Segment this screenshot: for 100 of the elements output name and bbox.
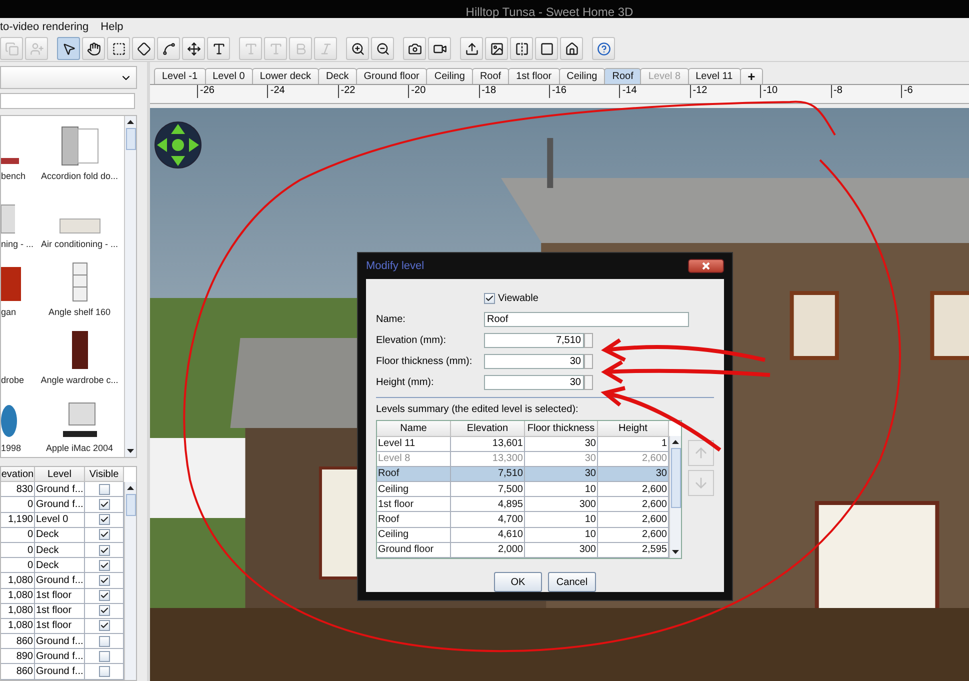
column-header[interactable]: Name — [377, 421, 451, 436]
level-tab[interactable]: + — [740, 68, 764, 84]
catalog-item-label[interactable]: Accordion fold do... — [40, 171, 118, 181]
viewable-checkbox[interactable] — [484, 292, 495, 304]
table-cell[interactable]: 10 — [525, 482, 598, 498]
toolbar-button[interactable] — [82, 37, 105, 60]
number-field[interactable]: 7,510 — [484, 332, 584, 348]
toolbar-button[interactable] — [346, 37, 369, 60]
catalog-item-label[interactable]: Angle shelf 160 — [48, 307, 111, 317]
table-cell[interactable]: 4,895 — [451, 497, 525, 512]
visible-checkbox[interactable] — [98, 498, 110, 510]
table-cell[interactable]: 30 — [525, 436, 598, 452]
column-header[interactable]: Height — [598, 421, 669, 436]
level-tab[interactable]: Level 0 — [204, 68, 253, 84]
table-cell[interactable]: 2,600 — [598, 512, 669, 528]
name-field[interactable]: Roof — [484, 312, 689, 327]
level-tab[interactable]: Lower deck — [252, 68, 319, 84]
toolbar-button[interactable] — [157, 37, 180, 60]
scroll-thumb[interactable] — [126, 494, 136, 516]
table-cell[interactable]: 10 — [525, 512, 598, 528]
scrollbar[interactable] — [124, 116, 136, 457]
table-cell[interactable]: 4,700 — [451, 512, 525, 528]
toolbar-button[interactable] — [510, 37, 533, 60]
table-cell[interactable]: Roof — [377, 512, 451, 528]
visible-checkbox[interactable] — [98, 574, 110, 586]
number-field[interactable]: 30 — [484, 354, 584, 369]
move-up-button[interactable] — [688, 440, 714, 466]
visible-checkbox[interactable] — [98, 650, 110, 662]
catalog-item-label[interactable]: ning - ... — [1, 239, 34, 249]
catalog-item-label[interactable]: 1998 — [1, 443, 22, 453]
table-cell[interactable]: Ground floor — [377, 542, 451, 558]
table-cell[interactable]: Ceiling — [377, 528, 451, 543]
visible-checkbox[interactable] — [98, 590, 110, 602]
table-cell[interactable]: 2,595 — [598, 542, 669, 558]
menu-item[interactable]: to-video rendering — [0, 21, 89, 33]
level-tab[interactable]: Roof — [604, 68, 642, 84]
dialog-button[interactable]: Cancel — [548, 572, 596, 592]
column-header[interactable]: Floor thickness — [525, 421, 598, 436]
level-tab[interactable]: 1st floor — [508, 68, 560, 84]
toolbar-button[interactable] — [428, 37, 451, 60]
scroll-down-icon[interactable] — [127, 449, 134, 453]
number-field[interactable]: 30 — [484, 374, 584, 390]
toolbar-button[interactable] — [57, 37, 80, 60]
level-tab[interactable]: Deck — [318, 68, 357, 84]
table-cell[interactable]: 300 — [525, 542, 598, 558]
table-cell[interactable]: 10 — [525, 528, 598, 543]
visible-checkbox[interactable] — [98, 636, 110, 647]
catalog-item-label[interactable]: Apple iMac 2004 — [46, 443, 114, 453]
level-tab[interactable]: Ground floor — [356, 68, 428, 84]
table-cell[interactable]: 13,601 — [451, 436, 525, 452]
toolbar-button[interactable] — [132, 37, 155, 60]
dialog-button[interactable]: OK — [494, 572, 542, 592]
toolbar-button[interactable] — [403, 37, 426, 60]
toolbar-button[interactable] — [535, 37, 558, 60]
table-cell[interactable]: 1st floor — [377, 497, 451, 512]
visible-checkbox[interactable] — [98, 514, 110, 526]
catalog-item-label[interactable]: Angle wardrobe c... — [40, 375, 118, 385]
toolbar-button[interactable] — [460, 37, 483, 60]
column-header[interactable]: Level — [35, 467, 85, 482]
table-cell[interactable]: 1 — [598, 436, 669, 452]
level-tab[interactable]: Ceiling — [426, 68, 473, 84]
table-cell[interactable]: 30 — [598, 466, 669, 482]
catalog-item-label[interactable]: gan — [1, 307, 16, 317]
visible-checkbox[interactable] — [98, 529, 110, 540]
scroll-up-icon[interactable] — [127, 486, 134, 490]
scroll-up-icon[interactable] — [127, 120, 134, 124]
visible-checkbox[interactable] — [98, 605, 110, 616]
toolbar-button[interactable] — [207, 37, 230, 60]
visible-checkbox[interactable] — [98, 544, 110, 556]
level-tab[interactable]: Ceiling — [558, 68, 606, 84]
visible-checkbox[interactable] — [98, 620, 110, 632]
level-tab[interactable]: Level -1 — [154, 68, 206, 84]
toolbar-button[interactable] — [371, 37, 394, 60]
table-cell[interactable]: Level 11 — [377, 436, 451, 452]
table-cell[interactable]: Roof — [377, 466, 451, 482]
scroll-thumb[interactable] — [126, 128, 136, 150]
table-cell[interactable]: 2,600 — [598, 497, 669, 512]
table-cell[interactable]: 7,510 — [451, 466, 525, 482]
table-cell[interactable]: 30 — [525, 466, 598, 482]
catalog-item-label[interactable]: Air conditioning - ... — [40, 239, 118, 249]
visible-checkbox[interactable] — [98, 560, 110, 571]
table-cell[interactable]: 2,600 — [598, 528, 669, 543]
scroll-up-icon[interactable] — [672, 440, 679, 444]
visible-checkbox[interactable] — [98, 484, 110, 495]
scrollbar[interactable] — [669, 436, 681, 558]
catalog-item-label[interactable]: drobe — [1, 375, 24, 385]
scroll-thumb[interactable] — [671, 448, 681, 508]
catalog-item-label[interactable]: bench — [1, 171, 26, 181]
close-button[interactable] — [688, 259, 724, 274]
visible-checkbox[interactable] — [98, 666, 110, 678]
table-cell[interactable]: 4,610 — [451, 528, 525, 543]
table-cell[interactable]: 2,000 — [451, 542, 525, 558]
menu-item[interactable]: Help — [100, 21, 124, 33]
level-tab[interactable]: Level 11 — [688, 68, 741, 84]
column-header[interactable]: evation — [1, 467, 35, 482]
table-cell[interactable]: 300 — [525, 497, 598, 512]
level-tab[interactable]: Roof — [472, 68, 510, 84]
column-header[interactable]: Elevation — [451, 421, 525, 436]
toolbar-button[interactable] — [560, 37, 583, 60]
column-header[interactable]: Visible — [85, 467, 124, 482]
